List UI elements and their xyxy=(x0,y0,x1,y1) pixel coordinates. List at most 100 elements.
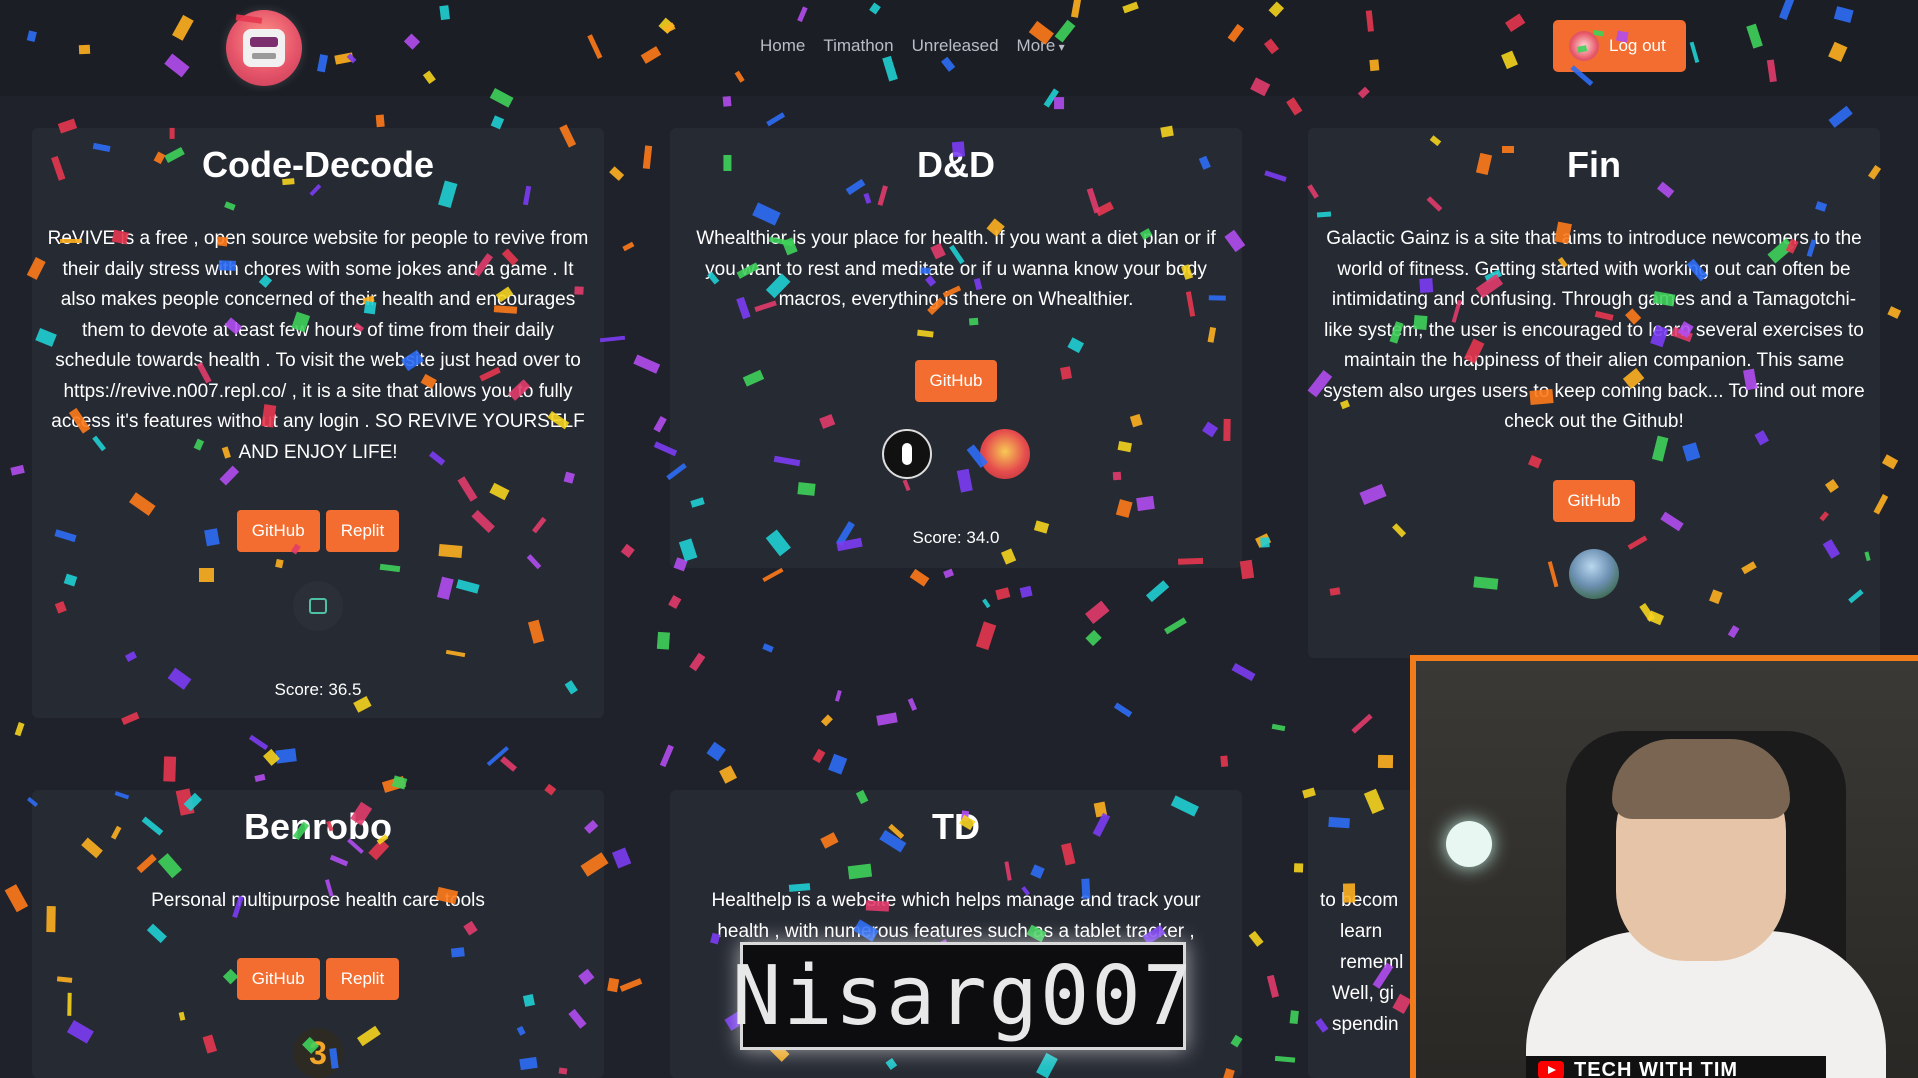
user-avatar xyxy=(1569,31,1599,61)
robot-icon xyxy=(243,29,285,67)
confetti-piece xyxy=(657,632,671,650)
card-description: Healthelp is a website which helps manag… xyxy=(711,890,1201,942)
card-title: Benrobo xyxy=(244,806,392,847)
winner-name-overlay: Nisarg007 xyxy=(732,942,1192,1050)
member-avatar[interactable] xyxy=(1569,549,1619,599)
channel-name: TECH WITH TIM xyxy=(1574,1058,1739,1078)
studio-light xyxy=(1446,821,1492,867)
confetti-piece xyxy=(1285,97,1303,117)
nav-home[interactable]: Home xyxy=(760,36,805,56)
confetti-piece xyxy=(391,774,408,790)
confetti-piece xyxy=(375,114,386,128)
confetti-piece xyxy=(1271,723,1286,732)
confetti-piece xyxy=(619,978,643,992)
confetti-piece xyxy=(762,568,784,583)
confetti-piece xyxy=(722,95,732,107)
card-score: Score: 36.5 xyxy=(274,680,362,699)
logout-button[interactable]: Log out xyxy=(1553,20,1686,72)
presenter-hair xyxy=(1612,739,1790,819)
nav-unreleased[interactable]: Unreleased xyxy=(912,36,999,56)
site-logo[interactable] xyxy=(226,10,302,86)
card-buttons: GitHub Replit xyxy=(32,958,604,1000)
confetti-piece xyxy=(1254,532,1271,548)
confetti-piece xyxy=(828,752,848,775)
confetti-piece xyxy=(611,847,631,869)
github-button[interactable]: GitHub xyxy=(236,510,320,552)
member-avatar[interactable] xyxy=(980,429,1030,479)
confetti-piece xyxy=(689,652,706,671)
confetti-piece xyxy=(995,587,1011,601)
member-avatar[interactable] xyxy=(293,581,343,631)
card-title: D&D xyxy=(917,144,995,185)
card-title: Fin xyxy=(1567,144,1621,185)
nav-links: Home Timathon Unreleased More xyxy=(760,36,1065,56)
card-title: TD xyxy=(932,806,980,847)
card-description: Galactic Gainz is a site that aims to in… xyxy=(1323,228,1865,432)
confetti-piece xyxy=(1882,454,1899,470)
page: Home Timathon Unreleased More Log out Co… xyxy=(0,0,1918,1078)
confetti-piece xyxy=(820,715,833,727)
partial-card-text: to becom learn rememl Well, gi spendin xyxy=(1320,885,1410,1040)
partial-line: Well, gi xyxy=(1332,983,1394,1004)
confetti-piece xyxy=(1220,756,1229,768)
card-description: Personal multipurpose health care tools xyxy=(151,890,485,911)
youtube-icon xyxy=(1538,1061,1564,1078)
card-description: Whealthier is your place for health. If … xyxy=(696,228,1216,310)
confetti-piece xyxy=(835,690,842,702)
confetti-piece xyxy=(607,977,620,992)
confetti-piece xyxy=(4,884,28,913)
confetti-piece xyxy=(263,749,280,767)
replit-button[interactable]: Replit xyxy=(325,958,400,1000)
confetti-piece xyxy=(1351,713,1374,734)
partial-line: rememl xyxy=(1340,952,1404,973)
confetti-piece xyxy=(876,712,899,727)
confetti-piece xyxy=(668,594,682,609)
confetti-piece xyxy=(499,755,517,772)
confetti-piece xyxy=(10,464,25,476)
confetti-piece xyxy=(643,145,653,170)
confetti-piece xyxy=(659,744,674,768)
member-avatar[interactable] xyxy=(882,429,932,479)
confetti-piece xyxy=(1828,106,1852,128)
github-button[interactable]: GitHub xyxy=(1552,480,1636,522)
replit-button[interactable]: Replit xyxy=(325,510,400,552)
github-button[interactable]: GitHub xyxy=(914,360,998,402)
confetti-piece xyxy=(1378,754,1394,768)
member-avatars xyxy=(1308,549,1880,599)
nav-timathon[interactable]: Timathon xyxy=(823,36,893,56)
confetti-piece xyxy=(718,765,737,784)
confetti-piece xyxy=(1231,662,1256,682)
confetti-piece xyxy=(975,621,997,651)
github-button[interactable]: GitHub xyxy=(236,958,320,1000)
confetti-piece xyxy=(1260,537,1270,549)
member-avatars xyxy=(670,429,1242,479)
confetti-piece xyxy=(608,167,624,182)
confetti-piece xyxy=(1266,975,1279,999)
confetti-piece xyxy=(1248,931,1265,948)
confetti-piece xyxy=(762,643,775,653)
confetti-piece xyxy=(982,598,991,609)
member-avatars xyxy=(32,581,604,631)
confetti-piece xyxy=(622,241,635,252)
confetti-piece xyxy=(163,755,177,782)
confetti-piece xyxy=(909,568,929,587)
confetti-piece xyxy=(766,112,786,127)
confetti-piece xyxy=(942,568,954,578)
card-score: Score: 34.0 xyxy=(912,528,1000,547)
confetti-piece xyxy=(812,748,826,764)
card-buttons: GitHub xyxy=(1308,480,1880,522)
partial-line: to becom xyxy=(1320,890,1399,911)
card-description: ReVIVE is a free , open source website f… xyxy=(47,228,589,463)
confetti-piece xyxy=(275,747,298,764)
confetti-piece xyxy=(620,544,635,558)
confetti-piece xyxy=(1263,170,1287,182)
confetti-piece xyxy=(14,721,26,737)
confetti-piece xyxy=(1146,580,1170,602)
nav-more-dropdown[interactable]: More xyxy=(1017,36,1065,56)
project-card: Fin Galactic Gainz is a site that aims t… xyxy=(1308,128,1880,658)
card-buttons: GitHub xyxy=(670,360,1242,402)
member-avatar[interactable]: 3 xyxy=(293,1028,343,1078)
confetti-piece xyxy=(653,416,667,433)
confetti-piece xyxy=(1054,97,1065,110)
confetti-piece xyxy=(1085,601,1110,625)
